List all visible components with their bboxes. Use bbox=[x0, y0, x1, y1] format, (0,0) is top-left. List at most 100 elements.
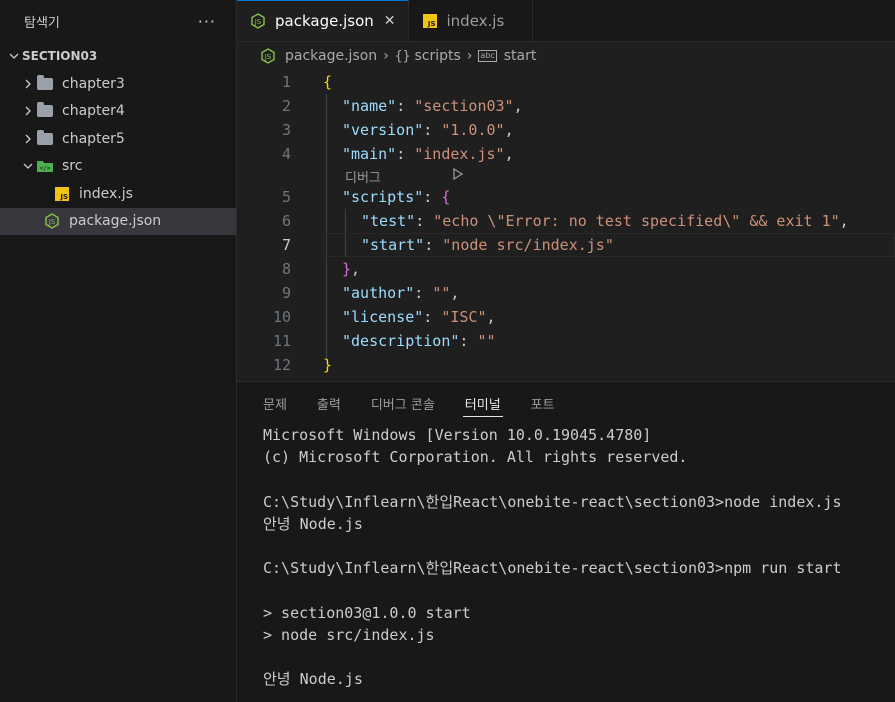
line-number: 12 bbox=[272, 356, 291, 374]
terminal-line: 안녕 Node.js bbox=[263, 514, 363, 533]
tree-item-label: package.json bbox=[69, 213, 162, 230]
tree-item-chapter4[interactable]: chapter4 bbox=[0, 98, 236, 126]
chevron-right-icon bbox=[20, 106, 36, 116]
nodejs-file-icon: JS bbox=[259, 48, 277, 64]
javascript-file-icon: JS bbox=[53, 186, 71, 202]
debug-codelens[interactable]: 디버그 bbox=[237, 166, 895, 186]
tree-item-label: index.js bbox=[79, 185, 133, 202]
json-value: "node src/index.js" bbox=[442, 236, 614, 254]
tree-item-index-js[interactable]: JS index.js bbox=[0, 180, 236, 208]
json-value: "" bbox=[477, 332, 496, 350]
breadcrumb-file[interactable]: package.json bbox=[285, 48, 377, 64]
chevron-right-icon: › bbox=[383, 48, 389, 64]
terminal-line: Microsoft Windows [Version 10.0.19045.47… bbox=[263, 426, 652, 444]
workspace-section-header[interactable]: SECTION03 bbox=[0, 42, 236, 70]
code-line: 6 "test": "echo \"Error: no test specifi… bbox=[237, 209, 895, 233]
tree-item-src[interactable]: </> src bbox=[0, 153, 236, 181]
tree-item-package-json[interactable]: JS package.json bbox=[0, 207, 236, 235]
object-symbol-icon: {} bbox=[394, 48, 411, 64]
code-line: 10 "license": "ISC", bbox=[237, 305, 895, 329]
line-number: 5 bbox=[281, 188, 291, 206]
close-icon[interactable]: ✕ bbox=[384, 13, 396, 29]
line-number: 8 bbox=[281, 260, 291, 278]
tab-ports[interactable]: 포트 bbox=[531, 382, 555, 424]
code-line-current: 7 "start": "node src/index.js" bbox=[237, 233, 895, 257]
bottom-panel: 문제 출력 디버그 콘솔 터미널 포트 Microsoft Windows [V… bbox=[237, 381, 895, 702]
nodejs-file-icon: JS bbox=[249, 13, 267, 29]
tree-item-label: chapter4 bbox=[62, 103, 125, 120]
code-line: 3 "version": "1.0.0", bbox=[237, 118, 895, 142]
json-key: "main" bbox=[342, 145, 397, 163]
explorer-title: 탐색기 bbox=[24, 15, 60, 31]
json-value: "" bbox=[432, 284, 451, 302]
terminal-line: > node src/index.js bbox=[263, 625, 435, 644]
chevron-right-icon: › bbox=[466, 48, 473, 64]
json-key: "license" bbox=[342, 308, 424, 326]
tab-package-json[interactable]: JS package.json ✕ bbox=[237, 0, 409, 41]
json-value: "index.js" bbox=[414, 145, 505, 163]
terminal-line: > section03@1.0.0 start bbox=[263, 603, 471, 622]
folder-icon bbox=[36, 129, 54, 147]
tab-debug-console[interactable]: 디버그 콘솔 bbox=[371, 382, 435, 424]
code-line: 8 }, bbox=[237, 257, 895, 281]
svg-text:JS: JS bbox=[254, 18, 262, 26]
tab-index-js[interactable]: JS index.js bbox=[408, 0, 534, 41]
terminal-line: 안녕 Node.js bbox=[263, 670, 363, 689]
tree-item-label: chapter5 bbox=[62, 130, 125, 147]
chevron-right-icon bbox=[20, 79, 36, 89]
tree-item-chapter5[interactable]: chapter5 bbox=[0, 125, 236, 153]
json-value: "ISC" bbox=[441, 308, 487, 326]
terminal-line: C:\Study\Inflearn\한입React\onebite-react\… bbox=[263, 559, 842, 578]
line-number: 10 bbox=[272, 308, 291, 326]
json-key: "version" bbox=[342, 121, 424, 139]
tab-label: package.json bbox=[275, 12, 374, 30]
line-number: 3 bbox=[281, 121, 291, 139]
code-line: 1 { bbox=[237, 70, 895, 94]
tab-label: index.js bbox=[446, 11, 505, 30]
code-line: 5 "scripts": { bbox=[237, 185, 895, 209]
svg-text:JS: JS bbox=[48, 218, 56, 226]
brace: { bbox=[323, 73, 333, 91]
terminal-output[interactable]: Microsoft Windows [Version 10.0.19045.47… bbox=[237, 424, 895, 690]
svg-text:</>: </> bbox=[40, 165, 51, 172]
code-line: 2 "name": "section03", bbox=[237, 94, 895, 118]
tab-output[interactable]: 출력 bbox=[317, 382, 341, 424]
more-actions-icon[interactable]: ··· bbox=[198, 12, 216, 31]
tab-terminal[interactable]: 터미널 bbox=[462, 382, 503, 424]
tree-item-label: chapter3 bbox=[62, 75, 125, 92]
terminal-line: (c) Microsoft Corporation. All rights re… bbox=[263, 448, 688, 467]
terminal-line: C:\Study\Inflearn\한입React\onebite-react\… bbox=[263, 492, 842, 511]
line-number: 6 bbox=[281, 212, 291, 230]
tree-item-chapter3[interactable]: chapter3 bbox=[0, 70, 236, 98]
code-line: 9 "author": "", bbox=[237, 281, 895, 305]
codelens-label: 디버그 bbox=[345, 171, 381, 186]
breadcrumb-start[interactable]: start bbox=[504, 48, 537, 64]
chevron-down-icon bbox=[20, 161, 36, 171]
brace: } bbox=[342, 260, 352, 278]
explorer-header: 탐색기 ··· bbox=[0, 0, 236, 42]
nodejs-file-icon: JS bbox=[43, 213, 61, 230]
editor-area: JS package.json ✕ JS index.js JS package… bbox=[237, 0, 895, 702]
line-number: 1 bbox=[281, 73, 291, 91]
code-line: 4 "main": "index.js", bbox=[237, 142, 895, 166]
line-number: 7 bbox=[281, 236, 291, 254]
json-value: "1.0.0" bbox=[441, 121, 505, 139]
json-value: "echo \"Error: no test specified\" && ex… bbox=[433, 212, 840, 230]
tab-problems[interactable]: 문제 bbox=[263, 382, 287, 424]
javascript-file-icon: JS bbox=[421, 13, 439, 29]
code-editor[interactable]: 1 { 2 "name": "section03", 3 "version": … bbox=[237, 70, 895, 382]
json-value: "section03" bbox=[414, 97, 514, 115]
explorer-sidebar: 탐색기 ··· SECTION03 chapter3 chapter4 chap… bbox=[0, 0, 237, 702]
svg-text:JS: JS bbox=[264, 53, 272, 61]
chevron-right-icon bbox=[20, 134, 36, 144]
src-folder-icon: </> bbox=[36, 158, 54, 174]
workspace-name: SECTION03 bbox=[22, 49, 98, 63]
breadcrumb-scripts[interactable]: scripts bbox=[414, 48, 460, 64]
json-key: "scripts" bbox=[342, 188, 424, 206]
line-number: 9 bbox=[281, 284, 291, 302]
code-line: 12 } bbox=[237, 353, 895, 377]
